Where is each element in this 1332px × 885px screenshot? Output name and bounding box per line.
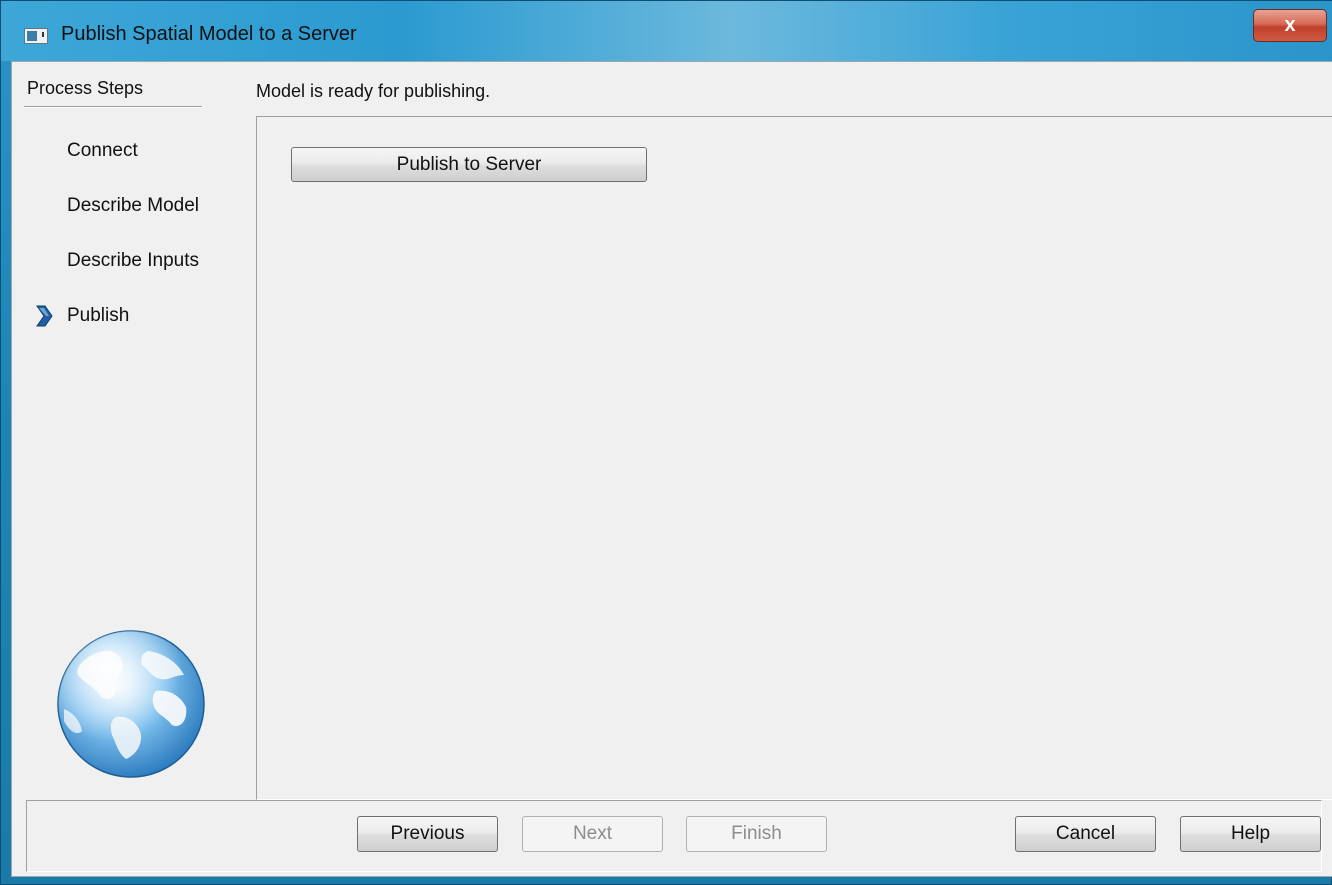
cancel-button[interactable]: Cancel <box>1015 816 1156 852</box>
steps-divider <box>24 106 202 108</box>
title-bar[interactable]: Publish Spatial Model to a Server x <box>1 1 1332 61</box>
main-content-panel: Publish to Server <box>256 116 1332 800</box>
step-describe-inputs: Describe Inputs <box>67 250 200 271</box>
next-button[interactable]: Next <box>522 816 663 852</box>
globe-icon <box>57 630 205 778</box>
status-message: Model is ready for publishing. <box>256 81 491 101</box>
finish-button[interactable]: Finish <box>686 816 827 852</box>
previous-button[interactable]: Previous <box>357 816 498 852</box>
step-describe-model: Describe Model <box>67 195 199 216</box>
window-title: Publish Spatial Model to a Server <box>61 23 357 45</box>
chevron-right-icon <box>36 305 53 327</box>
dialog-window: Publish Spatial Model to a Server x Proc… <box>0 0 1332 885</box>
process-steps-header: Process Steps <box>27 78 144 98</box>
publish-to-server-button[interactable]: Publish to Server <box>291 147 647 182</box>
dialog-client-area: Process Steps Connect Describe Model Des… <box>11 61 1332 877</box>
app-window-icon[interactable] <box>24 28 48 44</box>
close-button[interactable]: x <box>1253 9 1327 42</box>
step-connect: Connect <box>67 140 138 161</box>
bottom-button-bar: Previous Next Finish Cancel Help <box>26 800 1322 872</box>
help-button[interactable]: Help <box>1180 816 1321 852</box>
step-publish: Publish <box>67 305 130 326</box>
